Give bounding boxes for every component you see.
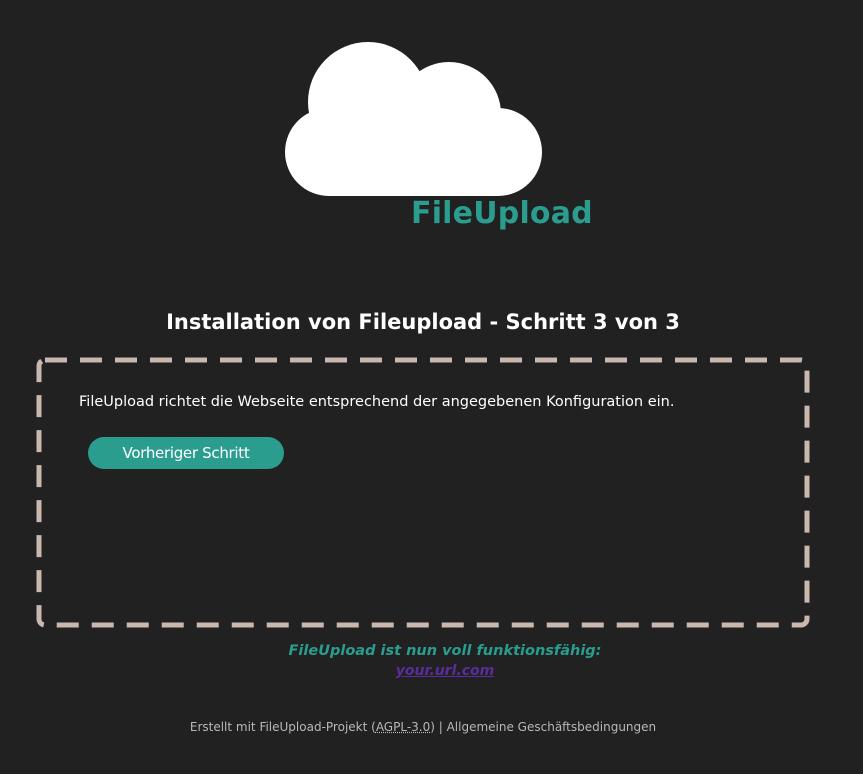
page-title: Installation von Fileupload - Schritt 3 … xyxy=(166,310,680,334)
footer: Erstellt mit FileUpload-Projekt (AGPL-3.… xyxy=(0,720,846,734)
cloud-icon xyxy=(285,42,542,196)
footer-prefix: Erstellt mit FileUpload-Projekt ( xyxy=(189,720,376,734)
status-block: FileUpload ist nun voll funktionsfähig: … xyxy=(0,643,863,679)
status-text: FileUpload ist nun voll funktionsfähig: xyxy=(288,643,602,659)
license-abbr: AGPL-3.0 xyxy=(375,720,431,734)
brand-name: FileUpload xyxy=(411,196,593,231)
terms-link[interactable]: Allgemeine Geschäftsbedingungen xyxy=(447,720,657,734)
site-url-link[interactable]: your.url.com xyxy=(396,663,494,679)
logo: FileUpload xyxy=(284,36,604,236)
install-message: FileUpload richtet die Webseite entsprec… xyxy=(79,394,675,410)
install-page: FileUpload Installation von Fileupload -… xyxy=(0,0,863,774)
previous-step-button[interactable]: Vorheriger Schritt xyxy=(88,437,284,469)
install-box: FileUpload richtet die Webseite entsprec… xyxy=(36,357,810,628)
footer-separator: ) | xyxy=(430,720,447,734)
